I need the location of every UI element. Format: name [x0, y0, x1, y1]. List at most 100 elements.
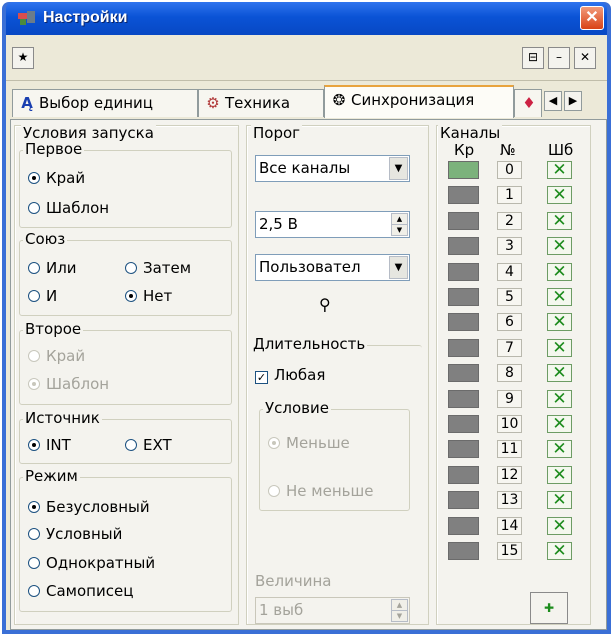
- channel-sb-toggle[interactable]: ✕: [547, 211, 572, 230]
- union-radio-and[interactable]: И: [28, 287, 57, 305]
- first-radio-edge[interactable]: Край: [28, 169, 85, 187]
- header-kr: Кр: [454, 141, 475, 159]
- checkmark-icon: ✓: [255, 371, 268, 384]
- tab-scroll-right-icon[interactable]: ▶: [564, 91, 582, 111]
- channel-kr-toggle[interactable]: [448, 186, 479, 205]
- mode-radio-recorder[interactable]: Самописец: [28, 582, 133, 600]
- union-radio-no[interactable]: Нет: [125, 287, 172, 305]
- source-radio-int[interactable]: INT: [28, 436, 71, 454]
- channel-sb-toggle[interactable]: ✕: [547, 542, 572, 560]
- channel-number: 1: [497, 186, 522, 205]
- channel-number: 8: [497, 364, 522, 383]
- client-area: ★ ⊟ – ✕ Ą Выбор единиц ⚙ Техника ❂ Синхрони…: [6, 35, 607, 630]
- channel-sb-toggle[interactable]: ✕: [547, 338, 572, 357]
- union-group: Союз Или Затем И Нет: [19, 230, 232, 316]
- union-radio-or[interactable]: Или: [28, 259, 77, 277]
- minimize-icon[interactable]: –: [548, 47, 570, 69]
- add-channel-icon[interactable]: ✚: [530, 592, 568, 624]
- second-radio-template[interactable]: Шаблон: [28, 375, 109, 393]
- duration-group: Длительность ✓ Любая Условие Меньше Не ме…: [251, 335, 422, 535]
- channel-kr-toggle[interactable]: [448, 415, 479, 433]
- voltage-value: 2,5 В: [259, 215, 298, 233]
- channel-sb-toggle[interactable]: ✕: [547, 288, 572, 306]
- channel-sb-toggle[interactable]: ✕: [547, 161, 572, 179]
- union-radio-then[interactable]: Затем: [125, 259, 191, 277]
- value-label: Величина: [255, 572, 332, 590]
- channel-sb-toggle[interactable]: ✕: [547, 364, 572, 383]
- radio-label: Самописец: [46, 582, 134, 600]
- channel-select-value: Все каналы: [259, 159, 351, 177]
- source-radio-ext[interactable]: EXT: [125, 436, 172, 454]
- channel-kr-toggle[interactable]: [448, 389, 479, 408]
- channel-kr-toggle[interactable]: [448, 237, 479, 256]
- condition-group: Условие Меньше Не меньше: [259, 399, 410, 511]
- channel-kr-toggle[interactable]: [448, 542, 479, 560]
- first-radio-template[interactable]: Шаблон: [28, 199, 109, 217]
- channel-sb-toggle[interactable]: ✕: [547, 491, 572, 510]
- any-duration-checkbox[interactable]: ✓ Любая: [255, 366, 325, 384]
- channel-sb-toggle[interactable]: ✕: [547, 465, 572, 484]
- channel-kr-toggle[interactable]: [448, 161, 479, 179]
- channel-sb-toggle[interactable]: ✕: [547, 186, 572, 205]
- close-x-icon[interactable]: ✕: [574, 47, 596, 69]
- channel-sb-toggle[interactable]: ✕: [547, 440, 572, 459]
- tab-units[interactable]: Ą Выбор единиц: [12, 89, 198, 117]
- star-icon[interactable]: ★: [12, 47, 34, 69]
- channel-number: 2: [497, 211, 522, 230]
- channel-kr-toggle[interactable]: [448, 211, 479, 230]
- spin-down-icon[interactable]: ▼: [391, 224, 408, 236]
- channel-number: 3: [497, 237, 522, 256]
- condition-radio-less[interactable]: Меньше: [268, 434, 350, 452]
- tab-paint[interactable]: ♦: [514, 89, 542, 117]
- channel-select[interactable]: Все каналы ▼: [255, 155, 410, 182]
- hardware-icon: ⚙: [206, 94, 220, 112]
- channel-sb-toggle[interactable]: ✕: [547, 389, 572, 408]
- chevron-down-icon[interactable]: ▼: [389, 157, 408, 180]
- any-duration-label: Любая: [274, 366, 326, 384]
- tab-hardware-label: Техника: [225, 94, 291, 112]
- reset-icon[interactable]: ⊟: [522, 47, 544, 69]
- radio-label: Не меньше: [286, 482, 374, 500]
- source-group: Источник INT EXT: [19, 409, 232, 464]
- tab-hardware[interactable]: ⚙ Техника: [198, 89, 324, 117]
- sync-icon: ❂: [332, 91, 346, 109]
- mode-group: Режим Безусловный Условный Однократный С…: [19, 467, 232, 612]
- preset-select[interactable]: Пользовател ▼: [255, 254, 410, 281]
- channel-kr-toggle[interactable]: [448, 262, 479, 281]
- spin-down-icon[interactable]: ▼: [391, 610, 408, 622]
- channel-kr-toggle[interactable]: [448, 516, 479, 535]
- second-radio-edge[interactable]: Край: [28, 347, 85, 365]
- mode-radio-unconditional[interactable]: Безусловный: [28, 498, 150, 516]
- radio-dot: [125, 290, 137, 302]
- radio-dot: [28, 378, 40, 390]
- window-close-button[interactable]: ✕: [580, 6, 604, 30]
- voltage-stepper[interactable]: 2,5 В ▲ ▼: [255, 211, 410, 238]
- mode-radio-single[interactable]: Однократный: [28, 554, 155, 572]
- channel-number: 5: [497, 288, 522, 306]
- tab-scroll-left-icon[interactable]: ◀: [544, 91, 562, 111]
- units-icon: Ą: [21, 94, 33, 112]
- mode-radio-conditional[interactable]: Условный: [28, 525, 122, 543]
- condition-radio-not-less[interactable]: Не меньше: [268, 482, 373, 500]
- channel-kr-toggle[interactable]: [448, 288, 479, 306]
- channel-kr-toggle[interactable]: [448, 313, 479, 332]
- condition-title: Условие: [263, 399, 331, 417]
- channel-sb-toggle[interactable]: ✕: [547, 237, 572, 256]
- header-number: №: [500, 141, 516, 159]
- channel-kr-toggle[interactable]: [448, 338, 479, 357]
- sync-panel: Условия запуска Первое Край Шаблон Союз …: [10, 119, 607, 630]
- tab-units-label: Выбор единиц: [39, 94, 153, 112]
- channel-kr-toggle[interactable]: [448, 465, 479, 484]
- binoculars-icon[interactable]: ⚲: [319, 296, 331, 314]
- channel-kr-toggle[interactable]: [448, 491, 479, 510]
- channel-kr-toggle[interactable]: [448, 364, 479, 383]
- value-stepper[interactable]: 1 выб ▲ ▼: [255, 597, 410, 624]
- channel-sb-toggle[interactable]: ✕: [547, 262, 572, 281]
- channel-sb-toggle[interactable]: ✕: [547, 415, 572, 433]
- channel-sb-toggle[interactable]: ✕: [547, 313, 572, 332]
- chevron-down-icon[interactable]: ▼: [389, 256, 408, 279]
- channel-kr-toggle[interactable]: [448, 440, 479, 459]
- tab-sync[interactable]: ❂ Синхронизация: [324, 85, 514, 118]
- channel-sb-toggle[interactable]: ✕: [547, 516, 572, 535]
- title-bar[interactable]: Настройки ✕: [6, 2, 607, 35]
